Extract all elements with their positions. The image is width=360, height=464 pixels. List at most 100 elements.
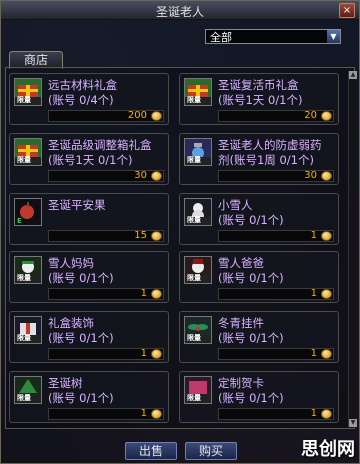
shop-item-card[interactable]: 限量 圣诞品级调整箱礼盒 (账号1天 0/1个) 30 [9, 133, 169, 185]
scrollbar[interactable]: ▲ ▼ [348, 71, 357, 427]
potion-icon: 限量 [184, 138, 212, 166]
item-price: 1 [140, 348, 147, 359]
snowman-icon: 限量 [184, 198, 212, 226]
item-price: 1 [140, 288, 147, 299]
price-bar: 1 [48, 408, 164, 420]
icon-badge: 限量 [17, 96, 31, 104]
item-name: 小雪人 [218, 198, 253, 212]
price-bar: 1 [48, 288, 164, 300]
sell-button[interactable]: 出售 [125, 442, 177, 460]
item-price: 15 [134, 230, 147, 241]
holly-icon: 限量 [184, 316, 212, 344]
shop-window: 圣诞老人 × 全部 ▼ 商店 限量 远古材料礼盒 (账号 0/4个) 200 限量 圣诞复… [0, 0, 360, 464]
shop-item-card[interactable]: 限量 礼盒装饰 (账号 0/1个) 1 [9, 311, 169, 363]
coin-icon [151, 171, 162, 181]
item-name: 圣诞树 [48, 376, 83, 390]
shop-item-card[interactable]: 限量 小雪人 (账号 0/1个) 1 [179, 193, 339, 245]
item-price: 200 [127, 110, 147, 121]
shop-item-card[interactable]: E 圣诞平安果 15 [9, 193, 169, 245]
item-name: 定制贺卡 [218, 376, 264, 390]
shop-item-card[interactable]: 限量 远古材料礼盒 (账号 0/4个) 200 [9, 73, 169, 125]
snowman-mom-icon: 限量 [14, 256, 42, 284]
item-purchase-limit: (账号 0/1个) [48, 271, 114, 285]
icon-badge: 限量 [187, 334, 201, 342]
icon-badge: E [17, 217, 22, 225]
icon-badge: 限量 [17, 274, 31, 282]
coin-icon [321, 231, 332, 241]
item-price: 30 [134, 170, 147, 181]
icon-badge: 限量 [187, 394, 201, 402]
item-price: 20 [304, 110, 317, 121]
item-name: 雪人妈妈 [48, 256, 94, 270]
price-bar: 1 [218, 230, 334, 242]
shop-item-card[interactable]: 限量 雪人爸爸 (账号 0/1个) 1 [179, 251, 339, 303]
shop-item-card[interactable]: 限量 圣诞老人的防虚弱药 剂(账号1周 0/1个) 30 [179, 133, 339, 185]
coin-icon [151, 289, 162, 299]
item-price: 1 [310, 408, 317, 419]
coin-icon [151, 231, 162, 241]
buy-button[interactable]: 购买 [185, 442, 237, 460]
gift-icon: 限量 [14, 78, 42, 106]
icon-badge: 限量 [187, 156, 201, 164]
price-bar: 1 [218, 348, 334, 360]
item-price: 1 [310, 348, 317, 359]
icon-badge: 限量 [17, 156, 31, 164]
price-bar: 1 [48, 348, 164, 360]
item-name: 礼盒装饰 [48, 316, 94, 330]
icon-badge: 限量 [17, 334, 31, 342]
title-bar[interactable]: 圣诞老人 × [1, 1, 359, 20]
item-purchase-limit: (账号 0/1个) [218, 331, 284, 345]
item-purchase-limit: (账号 0/1个) [218, 391, 284, 405]
item-name: 圣诞品级调整箱礼盒 [48, 138, 152, 152]
item-purchase-limit: (账号 0/1个) [48, 391, 114, 405]
icon-badge: 限量 [187, 96, 201, 104]
coin-icon [321, 409, 332, 419]
price-bar: 30 [218, 170, 334, 182]
coin-icon [321, 289, 332, 299]
scroll-down-arrow-icon[interactable]: ▼ [349, 419, 357, 427]
coin-icon [151, 111, 162, 121]
chevron-down-icon[interactable]: ▼ [327, 30, 340, 43]
card-icon: 限量 [184, 376, 212, 404]
gift-icon: 限量 [184, 78, 212, 106]
item-purchase-limit: (账号 0/1个) [218, 271, 284, 285]
scroll-up-arrow-icon[interactable]: ▲ [349, 71, 357, 79]
price-bar: 15 [48, 230, 164, 242]
coin-icon [321, 171, 332, 181]
item-purchase-limit: 剂(账号1周 0/1个) [218, 153, 314, 167]
item-purchase-limit: (账号1天 0/1个) [218, 93, 303, 107]
shop-item-card[interactable]: 限量 圣诞复活币礼盒 (账号1天 0/1个) 20 [179, 73, 339, 125]
window-title: 圣诞老人 [155, 5, 204, 19]
item-name: 远古材料礼盒 [48, 78, 117, 92]
price-bar: 1 [218, 288, 334, 300]
icon-badge: 限量 [187, 216, 201, 224]
icon-badge: 限量 [17, 394, 31, 402]
price-bar: 200 [48, 110, 164, 122]
close-button[interactable]: × [339, 3, 355, 18]
item-name: 雪人爸爸 [218, 256, 264, 270]
filter-selected-label: 全部 [210, 31, 232, 44]
site-watermark: 思创网 [301, 439, 355, 460]
gift-decor-icon: 限量 [14, 316, 42, 344]
item-purchase-limit: (账号 0/1个) [218, 213, 284, 227]
icon-badge: 限量 [187, 274, 201, 282]
item-name: 圣诞复活币礼盒 [218, 78, 299, 92]
coin-icon [321, 349, 332, 359]
gift-icon: 限量 [14, 138, 42, 166]
apple-icon: E [14, 198, 42, 226]
price-bar: 20 [218, 110, 334, 122]
item-name: 冬青挂件 [218, 316, 264, 330]
category-filter-select[interactable]: 全部 ▼ [205, 29, 341, 44]
snowman-dad-icon: 限量 [184, 256, 212, 284]
item-purchase-limit: (账号 0/4个) [48, 93, 114, 107]
item-price: 1 [310, 288, 317, 299]
shop-item-card[interactable]: 限量 冬青挂件 (账号 0/1个) 1 [179, 311, 339, 363]
item-name: 圣诞平安果 [48, 198, 106, 212]
coin-icon [151, 409, 162, 419]
shop-item-card[interactable]: 限量 雪人妈妈 (账号 0/1个) 1 [9, 251, 169, 303]
item-name: 圣诞老人的防虚弱药 [218, 138, 322, 152]
price-bar: 30 [48, 170, 164, 182]
shop-item-card[interactable]: 限量 定制贺卡 (账号 0/1个) 1 [179, 371, 339, 423]
item-purchase-limit: (账号1天 0/1个) [48, 153, 133, 167]
shop-item-card[interactable]: 限量 圣诞树 (账号 0/1个) 1 [9, 371, 169, 423]
